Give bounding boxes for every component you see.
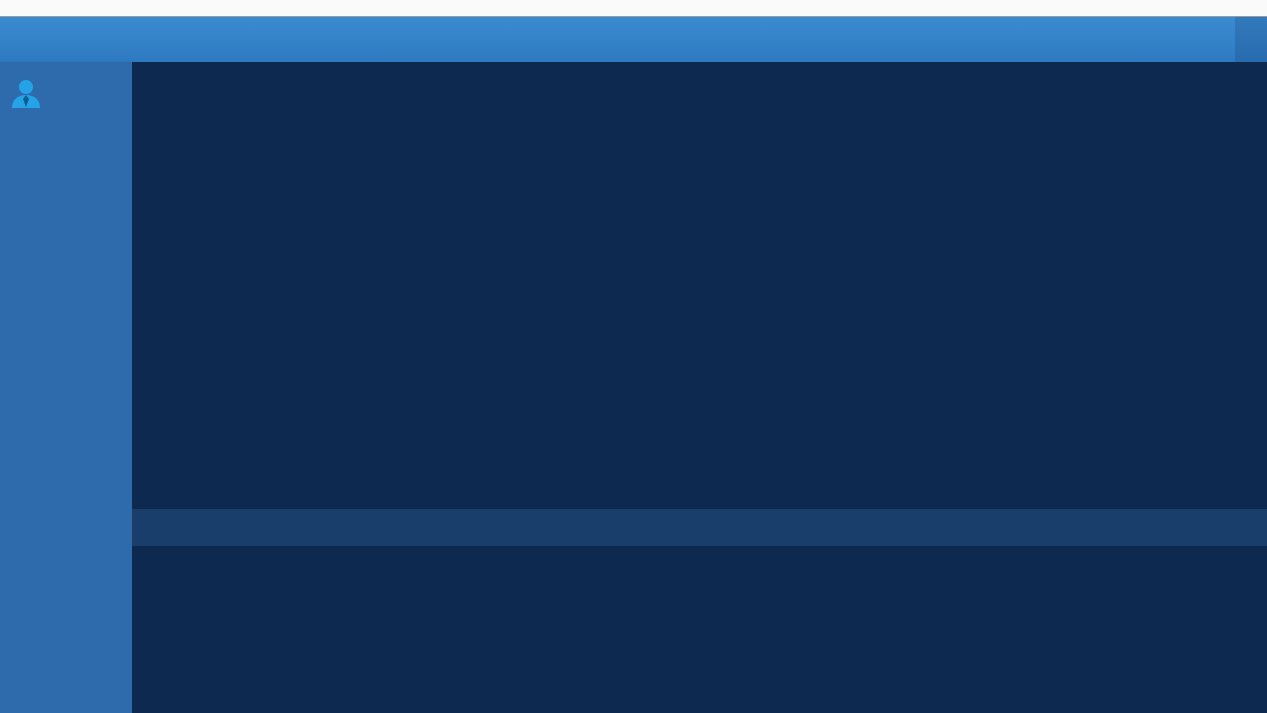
- toolbar: [148, 72, 1267, 112]
- datetime-display: [1235, 17, 1267, 62]
- header: [0, 17, 1267, 62]
- main-area: [132, 62, 1267, 713]
- sidebar-header: [0, 76, 132, 131]
- sidebar: [0, 62, 132, 713]
- menu-bar: [0, 0, 1267, 17]
- footer-band: [132, 509, 1267, 546]
- pump-station-scene: [132, 151, 1267, 509]
- user-icon: [8, 76, 44, 117]
